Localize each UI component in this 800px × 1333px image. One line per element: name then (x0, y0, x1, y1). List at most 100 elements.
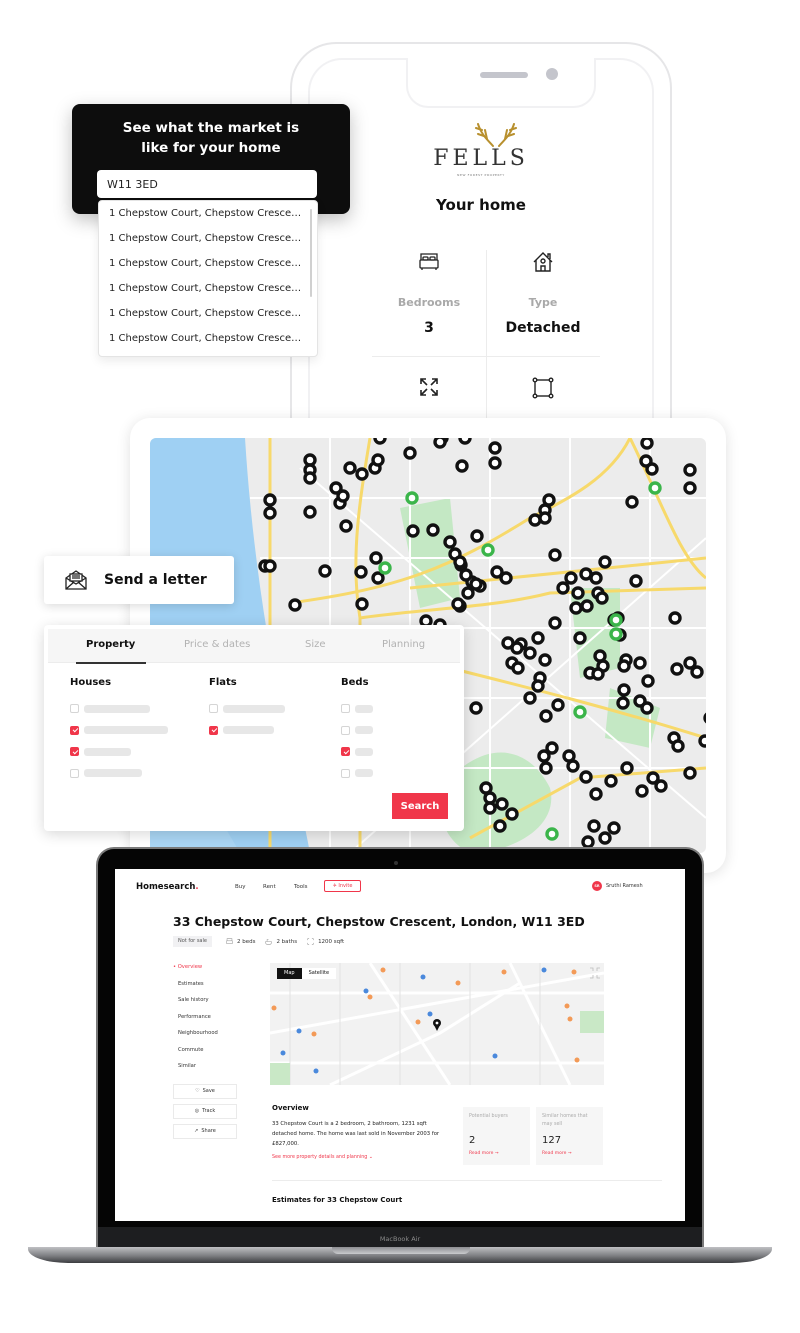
map-marker[interactable] (539, 761, 553, 775)
map-marker[interactable] (671, 739, 685, 753)
checkbox[interactable] (341, 704, 350, 714)
map-marker[interactable] (263, 506, 277, 520)
map-marker[interactable] (598, 831, 612, 845)
map-marker[interactable] (469, 577, 483, 591)
track-button[interactable]: ◎ Track (173, 1103, 237, 1119)
map-marker[interactable] (263, 493, 277, 507)
map-marker[interactable] (580, 599, 594, 613)
map-marker[interactable] (569, 601, 583, 615)
map-marker[interactable] (589, 787, 603, 801)
map-marker[interactable] (263, 559, 277, 573)
map-marker[interactable] (433, 438, 447, 449)
map-marker[interactable] (511, 661, 525, 675)
map-marker[interactable] (499, 571, 513, 585)
checkbox[interactable] (209, 704, 218, 714)
map-marker[interactable] (453, 555, 467, 569)
map-marker[interactable] (683, 656, 697, 670)
map-marker-highlighted[interactable] (609, 627, 623, 641)
map-marker[interactable] (451, 597, 465, 611)
sidebar-item-sale-history[interactable]: Sale history (173, 997, 243, 1014)
tab-price-dates[interactable]: Price & dates (184, 639, 250, 650)
map-marker[interactable] (303, 471, 317, 485)
map-marker[interactable] (523, 646, 537, 660)
see-more-link[interactable]: See more property details and planning ⌄ (272, 1155, 373, 1160)
map-marker[interactable] (355, 597, 369, 611)
sidebar-item-estimates[interactable]: Estimates (173, 981, 243, 998)
map-marker[interactable] (318, 564, 332, 578)
map-marker-highlighted[interactable] (405, 491, 419, 505)
map-marker[interactable] (371, 571, 385, 585)
suggestion-item[interactable]: 1 Chepstow Court, Chepstow Crescent ... (99, 326, 307, 351)
map-marker[interactable] (625, 495, 639, 509)
dropdown-scrollbar[interactable] (310, 209, 312, 297)
map-marker[interactable] (617, 659, 631, 673)
map-marker[interactable] (406, 524, 420, 538)
satellite-view-button[interactable]: Satellite (302, 968, 336, 979)
map-marker[interactable] (668, 611, 682, 625)
sidebar-item-commute[interactable]: Commute (173, 1047, 243, 1064)
map-marker[interactable] (629, 574, 643, 588)
suggestion-item[interactable]: 1 Chepstow Court, Chepstow Crescent ... (99, 276, 307, 301)
map-marker[interactable] (455, 459, 469, 473)
map-marker-highlighted[interactable] (481, 543, 495, 557)
location-map-canvas[interactable] (270, 963, 604, 1085)
invite-button[interactable]: ✈ Invite (324, 880, 361, 892)
map-marker[interactable] (698, 734, 706, 748)
map-marker[interactable] (640, 438, 654, 450)
sidebar-item-overview[interactable]: • Overview (173, 964, 243, 981)
map-marker-highlighted[interactable] (609, 613, 623, 627)
map-marker[interactable] (633, 656, 647, 670)
map-marker[interactable] (469, 701, 483, 715)
map-marker[interactable] (581, 835, 595, 849)
homesearch-logo[interactable]: Homesearch. (136, 882, 199, 892)
nav-rent[interactable]: Rent (263, 884, 276, 890)
stat-bedrooms[interactable]: Bedrooms 3 (372, 250, 486, 336)
map-marker[interactable] (531, 679, 545, 693)
map-marker[interactable] (645, 462, 659, 476)
map-marker[interactable] (339, 519, 353, 533)
map-marker[interactable] (426, 523, 440, 537)
map-marker[interactable] (593, 649, 607, 663)
map-view-button[interactable]: Map (277, 968, 302, 979)
send-letter-button[interactable]: Send a letter (44, 556, 234, 604)
map-marker[interactable] (617, 683, 631, 697)
map-marker[interactable] (654, 779, 668, 793)
map-marker[interactable] (528, 513, 542, 527)
map-marker-highlighted[interactable] (545, 827, 559, 841)
map-marker[interactable] (564, 571, 578, 585)
search-button[interactable]: Search (392, 793, 448, 819)
nav-buy[interactable]: Buy (235, 884, 246, 890)
map-marker[interactable] (539, 709, 553, 723)
suggestion-item[interactable]: 1 Chepstow Court, Chepstow Crescent ... (99, 226, 307, 251)
map-marker[interactable] (607, 821, 621, 835)
map-marker[interactable] (595, 591, 609, 605)
map-marker[interactable] (369, 551, 383, 565)
location-map[interactable]: Map Satellite (270, 963, 604, 1085)
map-marker-highlighted[interactable] (378, 561, 392, 575)
map-marker[interactable] (571, 586, 585, 600)
postcode-search-input[interactable] (97, 170, 317, 198)
nav-tools[interactable]: Tools (294, 884, 308, 890)
map-marker[interactable] (371, 453, 385, 467)
map-marker[interactable] (354, 565, 368, 579)
map-marker[interactable] (403, 446, 417, 460)
read-more-link[interactable]: Read more → (542, 1151, 597, 1156)
stat-size[interactable] (372, 376, 486, 398)
map-marker[interactable] (670, 662, 684, 676)
map-marker[interactable] (683, 766, 697, 780)
map-marker[interactable] (683, 481, 697, 495)
checkbox[interactable] (341, 768, 350, 778)
map-marker[interactable] (641, 674, 655, 688)
user-name[interactable]: Sruthi Ramesh (606, 883, 643, 889)
checkbox[interactable] (70, 747, 79, 757)
map-marker[interactable] (288, 598, 302, 612)
tab-size[interactable]: Size (305, 639, 326, 650)
sidebar-item-similar[interactable]: Similar (173, 1063, 243, 1080)
checkbox[interactable] (341, 747, 350, 757)
map-marker[interactable] (303, 505, 317, 519)
checkbox[interactable] (209, 725, 218, 735)
map-marker[interactable] (538, 653, 552, 667)
tab-planning[interactable]: Planning (382, 639, 425, 650)
map-marker[interactable] (573, 631, 587, 645)
save-button[interactable]: ♡ Save (173, 1083, 237, 1099)
